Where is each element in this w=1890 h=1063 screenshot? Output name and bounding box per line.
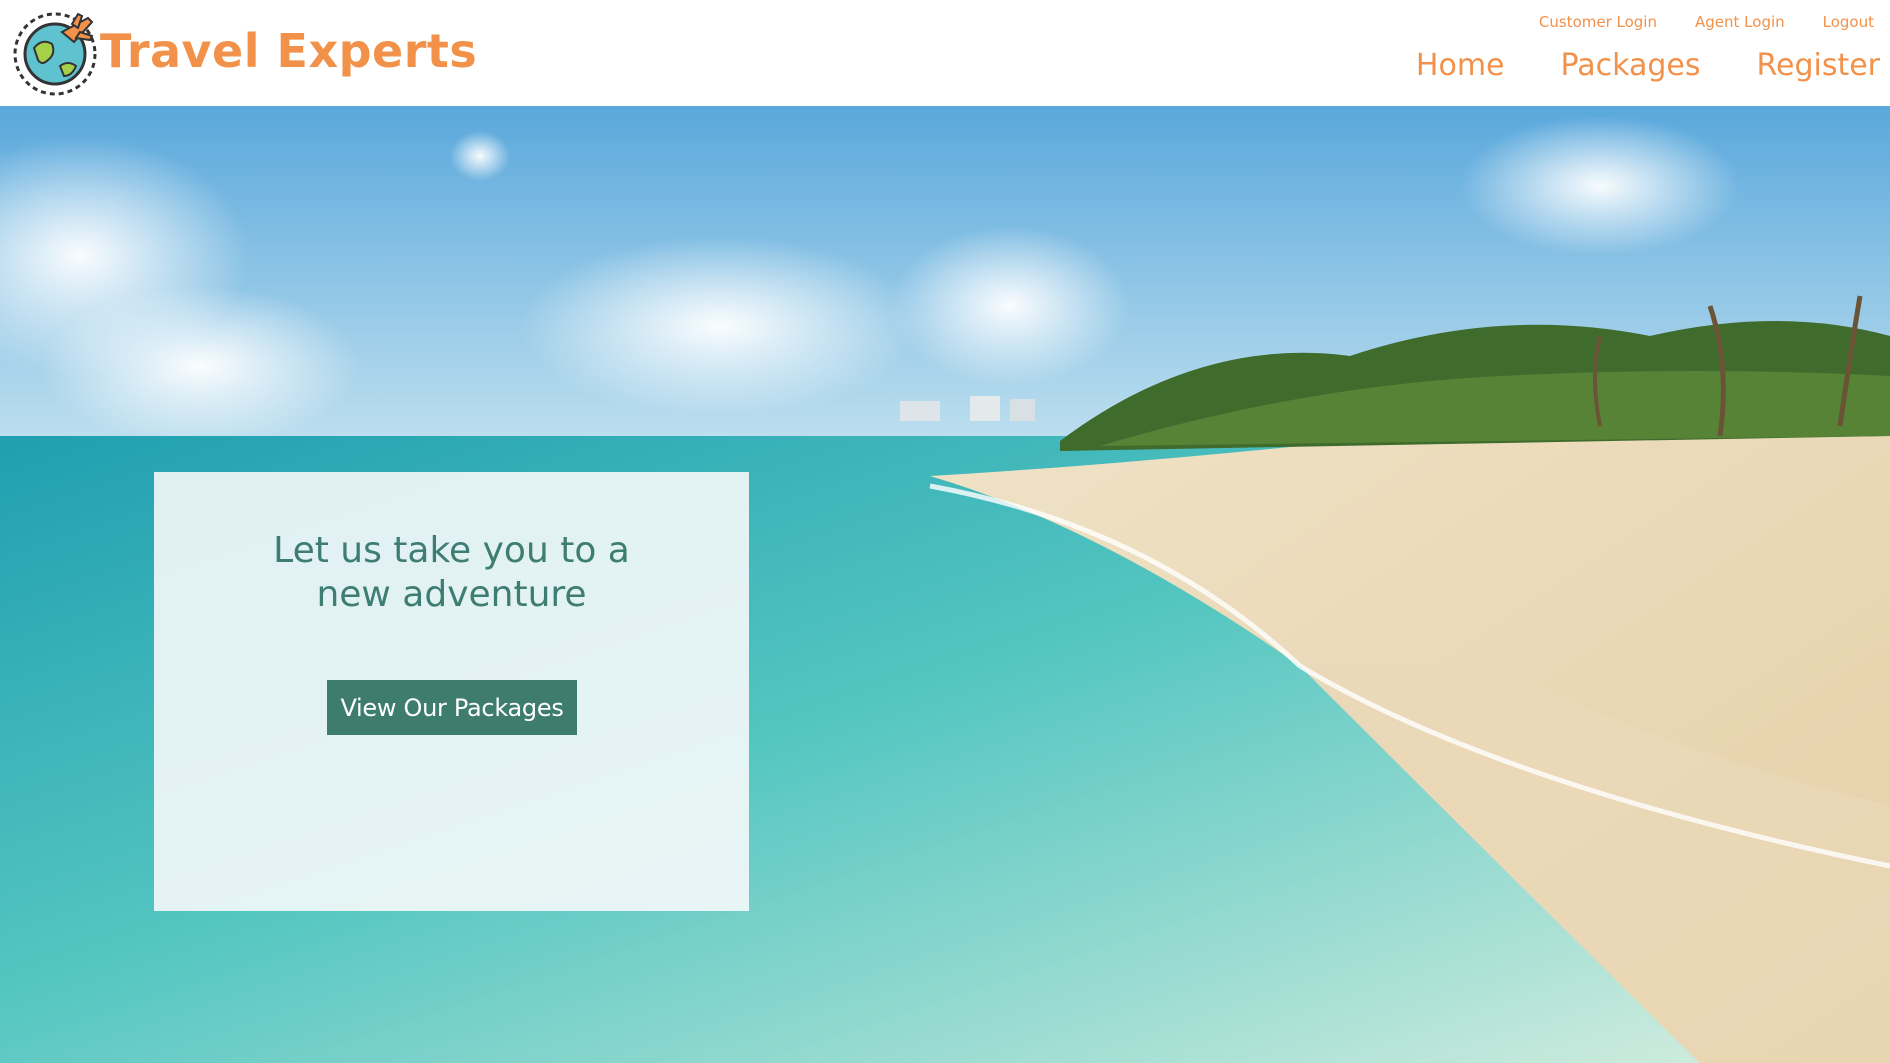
customer-login-link[interactable]: Customer Login: [1539, 13, 1657, 31]
tagline-line-2: new adventure: [316, 574, 587, 615]
utility-nav: Customer Login Agent Login Logout: [1539, 13, 1874, 31]
hero-panel: Let us take you to a new adventure View …: [154, 472, 749, 911]
agent-login-link[interactable]: Agent Login: [1695, 13, 1785, 31]
tagline-line-1: Let us take you to a: [273, 530, 630, 571]
hero-tagline: Let us take you to a new adventure: [154, 529, 749, 617]
globe-airplane-icon[interactable]: [12, 10, 98, 96]
view-packages-button[interactable]: View Our Packages: [327, 680, 577, 735]
nav-home[interactable]: Home: [1416, 48, 1505, 83]
hero-section: Let us take you to a new adventure View …: [0, 106, 1890, 1063]
brand-name[interactable]: Travel Experts: [100, 24, 477, 78]
site-header: Travel Experts Customer Login Agent Logi…: [0, 0, 1890, 106]
main-nav: Home Packages Register: [1416, 48, 1880, 83]
logout-link[interactable]: Logout: [1823, 13, 1874, 31]
nav-packages[interactable]: Packages: [1561, 48, 1701, 83]
nav-register[interactable]: Register: [1756, 48, 1880, 83]
